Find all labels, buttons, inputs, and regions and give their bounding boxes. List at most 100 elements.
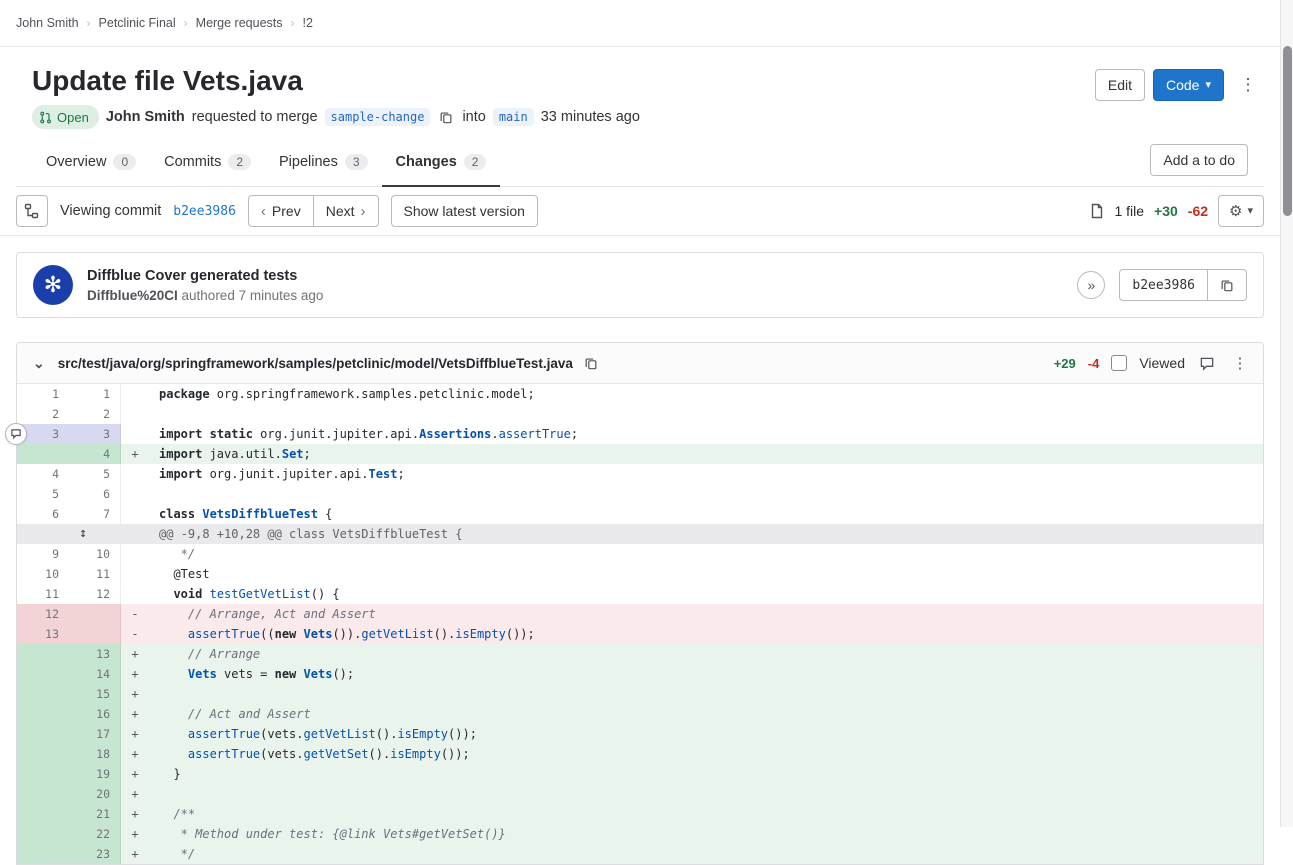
add-todo-button[interactable]: Add a to do [1150, 144, 1248, 176]
new-line-number[interactable]: 14 [69, 664, 121, 684]
new-line-number[interactable]: 18 [69, 744, 121, 764]
new-line-number[interactable]: 16 [69, 704, 121, 724]
diff-row: 910 */ [17, 544, 1263, 564]
new-line-number[interactable]: 15 [69, 684, 121, 704]
file-count-text: 1 file [1114, 203, 1144, 219]
show-latest-version-button[interactable]: Show latest version [391, 195, 538, 227]
old-line-number[interactable] [17, 644, 69, 664]
diff-sign [121, 424, 149, 444]
code-line: import org.junit.jupiter.api.Test; [149, 464, 1263, 484]
breadcrumb-item-merge-requests[interactable]: Merge requests [196, 16, 283, 30]
file-tree-toggle-button[interactable] [16, 195, 48, 227]
commit-sha-button[interactable]: b2ee3986 [1119, 269, 1208, 301]
code-line: @Test [149, 564, 1263, 584]
new-line-number[interactable]: 2 [69, 404, 121, 424]
commit-card: ✻ Diffblue Cover generated tests Diffblu… [16, 252, 1264, 318]
commit-author[interactable]: Diffblue%20CI [87, 288, 178, 303]
new-line-number[interactable]: 19 [69, 764, 121, 784]
comment-indicator-icon[interactable] [5, 423, 27, 445]
old-line-number[interactable] [17, 684, 69, 704]
old-line-number[interactable] [17, 724, 69, 744]
new-line-number[interactable]: 5 [69, 464, 121, 484]
old-line-number[interactable] [17, 664, 69, 684]
new-line-number[interactable]: 23 [69, 844, 121, 864]
new-line-number[interactable]: 3 [69, 424, 121, 444]
file-options-button[interactable]: ⋮ [1229, 351, 1251, 375]
copy-sha-button[interactable] [1207, 269, 1247, 301]
old-line-number[interactable]: 12 [17, 604, 69, 624]
new-line-number[interactable]: 20 [69, 784, 121, 804]
diff-file-card: ⌄ src/test/java/org/springframework/samp… [16, 342, 1264, 865]
old-line-number[interactable]: 10 [17, 564, 69, 584]
old-line-number[interactable]: 2 [17, 404, 69, 424]
scrollbar[interactable] [1280, 0, 1293, 827]
more-actions-button[interactable]: ⋮ [1232, 69, 1264, 101]
old-line-number[interactable]: 5 [17, 484, 69, 504]
new-line-number[interactable]: 10 [69, 544, 121, 564]
new-line-number[interactable]: 4 [69, 444, 121, 464]
tab-overview[interactable]: Overview 0 [32, 139, 150, 187]
breadcrumb-item-project[interactable]: Petclinic Final [99, 16, 176, 30]
old-line-number[interactable] [17, 744, 69, 764]
source-branch-label[interactable]: sample-change [325, 108, 431, 126]
page-title: Update file Vets.java [32, 65, 1095, 97]
target-branch-label[interactable]: main [493, 108, 534, 126]
old-line-number[interactable] [17, 824, 69, 844]
prev-commit-button[interactable]: ‹ Prev [248, 195, 314, 227]
diff-rows: 11package org.springframework.samples.pe… [17, 384, 1263, 864]
old-line-number[interactable]: 11 [17, 584, 69, 604]
diffblue-avatar: ✻ [33, 265, 73, 305]
collapse-file-icon[interactable]: ⌄ [29, 355, 49, 372]
breadcrumb-item-mr-id[interactable]: !2 [303, 16, 313, 30]
next-commit-button[interactable]: Next › [313, 195, 379, 227]
tab-pipelines[interactable]: Pipelines 3 [265, 139, 382, 187]
old-line-number[interactable] [17, 444, 69, 464]
tab-commits[interactable]: Commits 2 [150, 139, 265, 187]
diff-sign: + [121, 724, 149, 744]
old-line-number[interactable]: 13 [17, 624, 69, 644]
old-line-number[interactable] [17, 784, 69, 804]
new-line-number[interactable]: 22 [69, 824, 121, 844]
new-line-number[interactable]: 13 [69, 644, 121, 664]
old-line-number[interactable]: 6 [17, 504, 69, 524]
new-line-number[interactable] [69, 624, 121, 644]
new-line-number[interactable] [69, 604, 121, 624]
diff-sign: + [121, 684, 149, 704]
breadcrumb-separator: › [291, 16, 295, 30]
diff-settings-button[interactable]: ⚙ ▾ [1218, 195, 1264, 227]
old-line-number[interactable]: 9 [17, 544, 69, 564]
tab-changes[interactable]: Changes 2 [382, 139, 501, 187]
edit-button[interactable]: Edit [1095, 69, 1145, 101]
code-button[interactable]: Code ▾ [1153, 69, 1224, 101]
copy-branch-button[interactable] [437, 110, 455, 124]
total-deletions[interactable]: -62 [1188, 203, 1208, 219]
code-line: class VetsDiffblueTest { [149, 504, 1263, 524]
viewing-commit-sha-link[interactable]: b2ee3986 [173, 204, 236, 219]
new-line-number[interactable]: 1 [69, 384, 121, 404]
scrollbar-thumb[interactable] [1283, 46, 1292, 216]
new-line-number[interactable]: 7 [69, 504, 121, 524]
new-line-number[interactable]: 11 [69, 564, 121, 584]
old-line-number[interactable] [17, 704, 69, 724]
new-line-number[interactable]: 17 [69, 724, 121, 744]
old-line-number[interactable] [17, 764, 69, 784]
old-line-number[interactable] [17, 844, 69, 864]
mr-tabs: Overview 0 Commits 2 Pipelines 3 Changes… [16, 139, 1264, 187]
browse-commit-button[interactable]: » [1077, 271, 1105, 299]
breadcrumb-item-user[interactable]: John Smith [16, 16, 79, 30]
old-line-number[interactable]: 4 [17, 464, 69, 484]
commit-title[interactable]: Diffblue Cover generated tests [87, 268, 323, 284]
new-line-number[interactable]: 12 [69, 584, 121, 604]
copy-path-button[interactable] [582, 356, 600, 370]
new-line-number[interactable]: 21 [69, 804, 121, 824]
total-additions[interactable]: +30 [1154, 203, 1178, 219]
expand-lines-button[interactable]: ↕ [17, 524, 149, 544]
mr-author-name[interactable]: John Smith [106, 109, 185, 125]
new-line-number[interactable]: 6 [69, 484, 121, 504]
file-comment-button[interactable] [1197, 356, 1217, 371]
old-line-number[interactable] [17, 804, 69, 824]
viewed-checkbox[interactable] [1111, 355, 1127, 371]
file-path[interactable]: src/test/java/org/springframework/sample… [58, 356, 573, 371]
file-tree-icon [24, 203, 40, 219]
old-line-number[interactable]: 1 [17, 384, 69, 404]
